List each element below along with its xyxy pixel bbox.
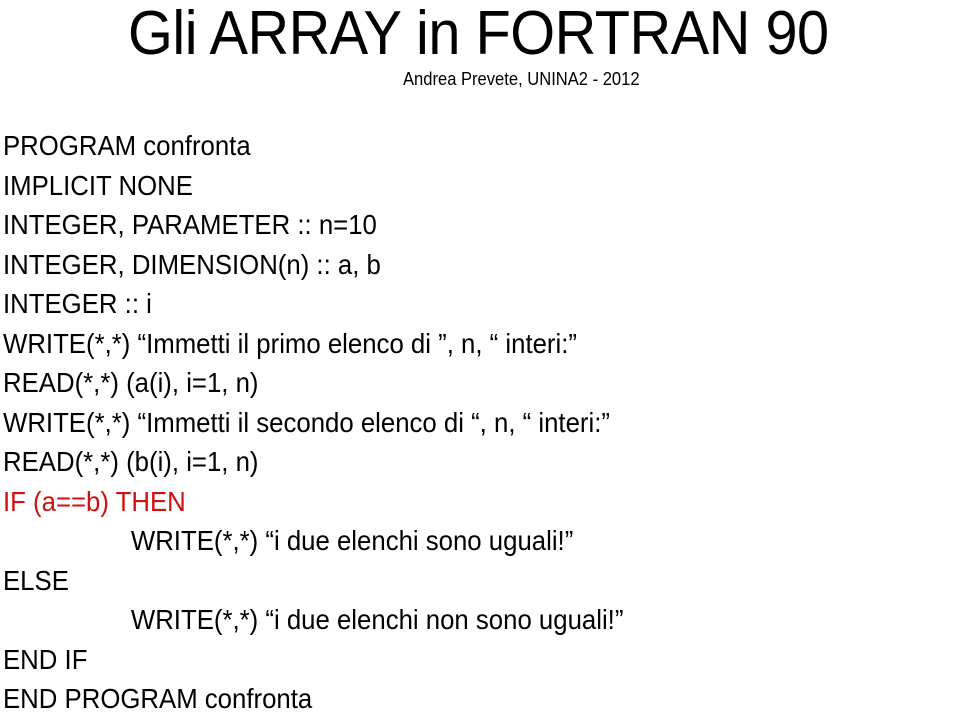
slide-title: Gli ARRAY in FORTRAN 90 [128,0,829,68]
code-line: END PROGRAM confronta [3,683,313,714]
slide-subtitle: Andrea Prevete, UNINA2 - 2012 [403,69,640,89]
code-line: WRITE(*,*) “Immetti il primo elenco di ”… [3,327,577,359]
code-line: ELSE [3,564,69,596]
code-block: PROGRAM confronta IMPLICIT NONE INTEGER,… [3,126,677,719]
code-line: INTEGER, DIMENSION(n) :: a, b [3,248,381,280]
code-line: READ(*,*) (a(i), i=1, n) [3,367,259,398]
code-line: END IF [3,643,88,675]
code-line: WRITE(*,*) “Immetti il secondo elenco di… [3,406,610,438]
code-line: PROGRAM confronta [3,130,251,161]
code-line: INTEGER :: i [3,288,152,319]
code-line: INTEGER, PARAMETER :: n=10 [3,209,377,240]
code-line-highlighted: IF (a==b) THEN [3,485,186,517]
code-line: READ(*,*) (b(i), i=1, n) [3,446,259,477]
code-line: WRITE(*,*) “i due elenchi sono uguali!” [130,525,574,556]
code-line: WRITE(*,*) “i due elenchi non sono ugual… [130,604,624,635]
code-line: IMPLICIT NONE [3,169,193,201]
